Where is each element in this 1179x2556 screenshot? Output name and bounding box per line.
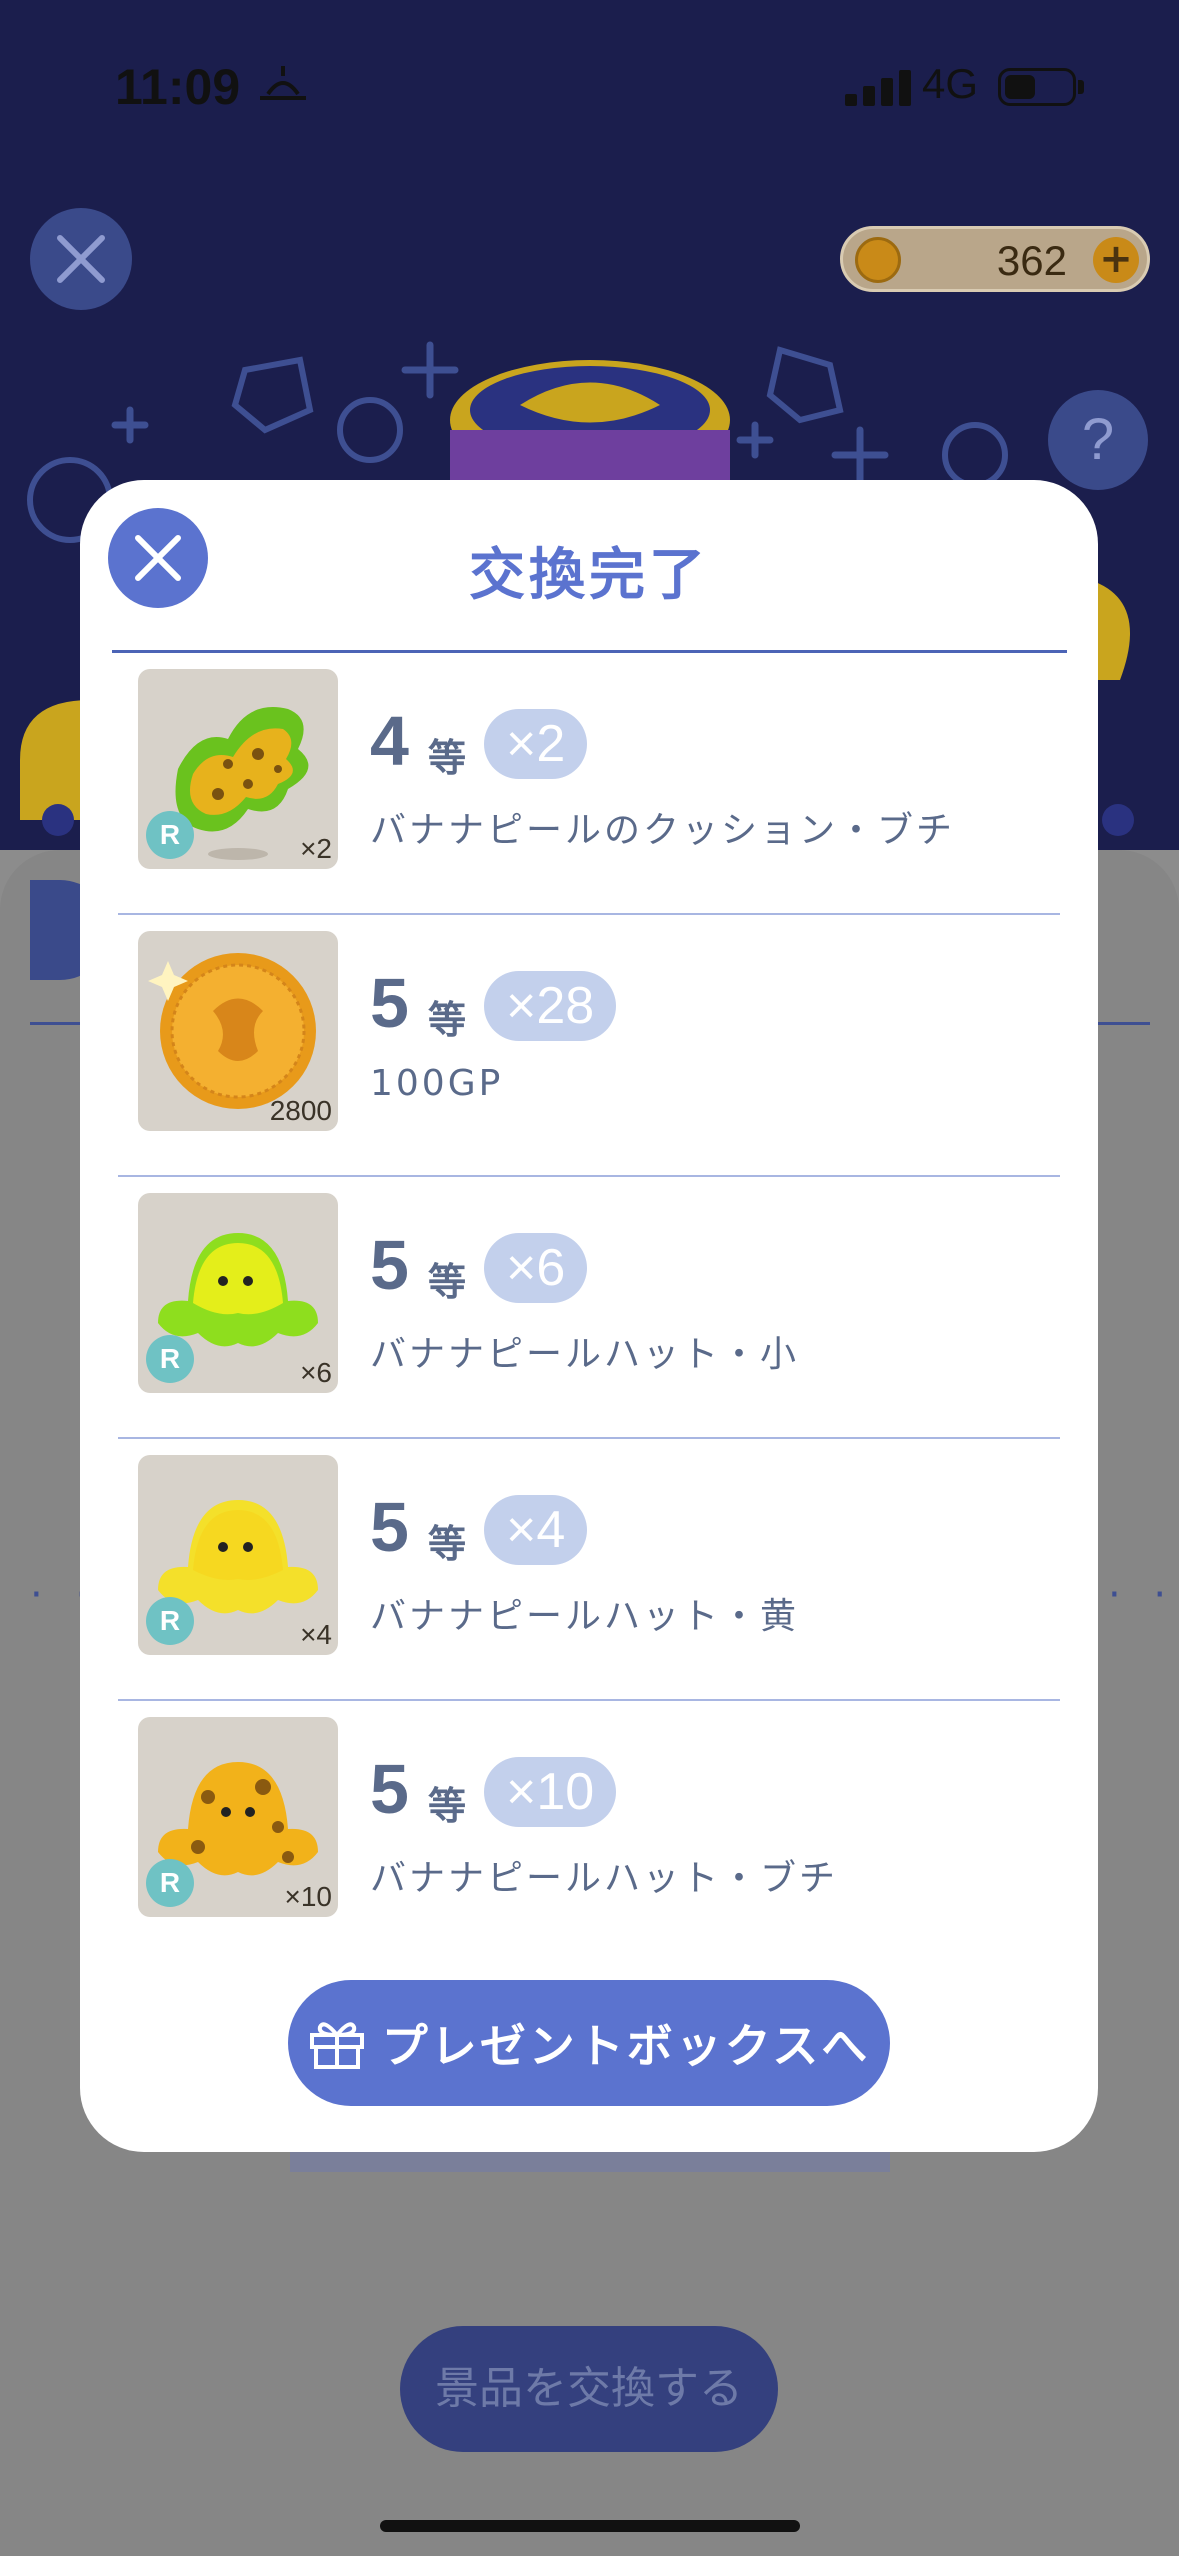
background-dots-right: · · (1108, 1572, 1177, 1618)
prize-row: 2800 5 等 ×28 100GP (80, 915, 1098, 1177)
exchange-prize-button: 景品を交換する (400, 2326, 778, 2452)
prize-rank: 5 (370, 964, 409, 1042)
modal-shadow (290, 2150, 890, 2172)
add-coins-button: + (1093, 237, 1139, 283)
prize-row: R ×4 5 等 ×4 バナナピールハット・黄 (80, 1439, 1098, 1701)
prize-count-badge: ×6 (484, 1233, 588, 1303)
thumbnail-quantity: ×2 (300, 833, 332, 864)
present-box-button-label: プレゼントボックスへ (381, 2019, 871, 2073)
prize-thumbnail: R ×10 (138, 1717, 338, 1917)
prize-rank-suffix: 等 (428, 1260, 467, 1304)
prize-list: R ×2 4 等 ×2 バナナピールのクッション・ブチ 2800 5 等 ×28… (80, 653, 1098, 1963)
rarity-badge: R (146, 1859, 194, 1907)
coin-balance: 362 + (840, 226, 1150, 292)
help-button: ? (1048, 390, 1148, 490)
prize-count-badge: ×28 (484, 971, 617, 1041)
battery-icon (998, 68, 1076, 106)
prize-count-badge: ×10 (484, 1757, 617, 1827)
prize-thumbnail: 2800 (138, 931, 338, 1131)
prize-row: R ×10 5 等 ×10 バナナピールハット・ブチ (80, 1701, 1098, 1963)
dialog-title: 交換完了 (469, 543, 709, 608)
prize-name: バナナピールのクッション・ブチ (370, 810, 956, 851)
prize-rank-suffix: 等 (428, 1522, 467, 1566)
battery-tip (1078, 80, 1084, 94)
status-time: 11:09 (115, 59, 241, 115)
prize-name: バナナピールハット・小 (370, 1334, 800, 1375)
present-box-button[interactable]: プレゼントボックスへ (288, 1980, 890, 2106)
status-bar: 11:09 4G (0, 0, 1179, 170)
prize-count-badge: ×2 (484, 709, 588, 779)
thumbnail-quantity: ×4 (300, 1619, 332, 1650)
prize-rank-suffix: 等 (428, 736, 467, 780)
rarity-badge: R (146, 1335, 194, 1383)
close-icon (57, 235, 105, 283)
prize-rank-suffix: 等 (428, 1784, 467, 1828)
prize-rank: 5 (370, 1750, 409, 1828)
prize-rank: 4 (370, 702, 409, 780)
prize-name: 100GP (370, 1063, 504, 1104)
sunset-icon (260, 66, 306, 100)
prize-rank-suffix: 等 (428, 998, 467, 1042)
prize-thumbnail: R ×2 (138, 669, 338, 869)
coin-icon (855, 237, 901, 283)
rarity-badge: R (146, 811, 194, 859)
gift-icon (309, 2022, 364, 2069)
thumbnail-quantity: ×10 (284, 1881, 333, 1912)
network-type: 4G (922, 60, 979, 107)
coin-value: 362 (996, 237, 1067, 284)
prize-name: バナナピールハット・黄 (370, 1596, 800, 1637)
home-indicator (380, 2520, 800, 2532)
prize-rank: 5 (370, 1488, 409, 1566)
rarity-badge: R (146, 1597, 194, 1645)
background-close-button (30, 208, 132, 310)
exchange-complete-dialog: 交換完了 R ×2 4 等 ×2 バナナピールのクッション・ブチ 2800 5 … (80, 480, 1098, 2152)
prize-row: R ×2 4 等 ×2 バナナピールのクッション・ブチ (80, 653, 1098, 915)
signal-icon (845, 70, 911, 106)
prize-row: R ×6 5 等 ×6 バナナピールハット・小 (80, 1177, 1098, 1439)
prize-name: バナナピールハット・ブチ (370, 1858, 839, 1899)
prize-rank: 5 (370, 1226, 409, 1304)
prize-thumbnail: R ×4 (138, 1455, 338, 1655)
prize-count-badge: ×4 (484, 1495, 588, 1565)
thumbnail-quantity: 2800 (269, 1095, 332, 1126)
thumbnail-quantity: ×6 (300, 1357, 332, 1388)
prize-thumbnail: R ×6 (138, 1193, 338, 1393)
